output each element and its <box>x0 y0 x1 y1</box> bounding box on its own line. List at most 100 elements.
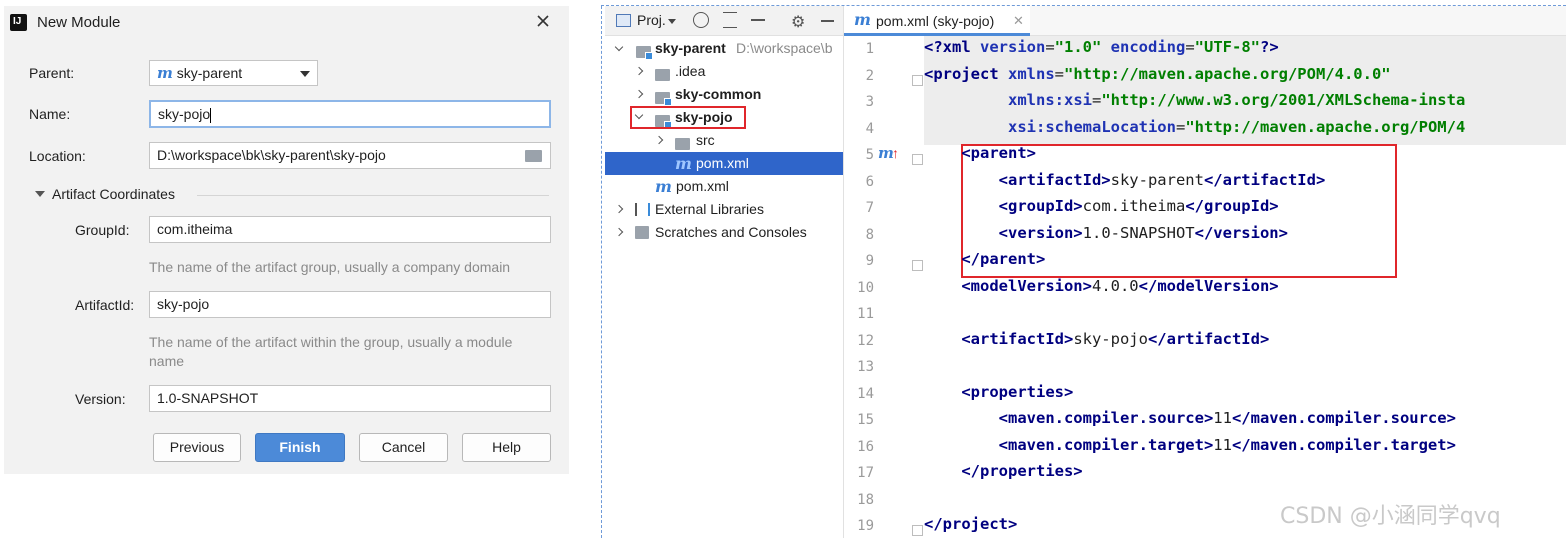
line-number: 16 <box>857 439 874 455</box>
name-input-value: sky-pojo <box>158 106 211 122</box>
help-button[interactable]: Help <box>462 433 551 462</box>
previous-button[interactable]: Previous <box>153 433 241 462</box>
code-line-16: <maven.compiler.target>11</maven.compile… <box>998 436 1456 454</box>
groupid-input[interactable]: com.itheima <box>149 216 551 243</box>
line-number: 8 <box>865 227 874 243</box>
tree-label: External Libraries <box>655 201 764 217</box>
line-number: 19 <box>857 518 874 534</box>
minimize-icon[interactable] <box>821 20 834 22</box>
cancel-button[interactable]: Cancel <box>359 433 448 462</box>
version-input-value: 1.0-SNAPSHOT <box>157 390 259 406</box>
folder-browse-icon[interactable] <box>525 150 542 162</box>
artifactid-input[interactable]: sky-pojo <box>149 291 551 318</box>
fold-icon[interactable] <box>912 260 923 271</box>
code-lines: <?xml version="1.0" encoding="UTF-8"?> <… <box>924 36 1566 538</box>
fold-icon[interactable] <box>912 154 923 165</box>
location-input-value: D:\workspace\bk\sky-parent\sky-pojo <box>157 147 386 163</box>
parent-dropdown-value: sky-parent <box>176 65 243 81</box>
tree-row-external-libraries[interactable]: External Libraries <box>605 198 843 221</box>
artifactid-input-value: sky-pojo <box>157 296 210 312</box>
line-number: 13 <box>857 359 874 375</box>
tree-row-scratches[interactable]: Scratches and Consoles <box>605 221 843 244</box>
fold-icon[interactable] <box>912 75 923 86</box>
code-line-10: <modelVersion>4.0.0</modelVersion> <box>961 277 1279 295</box>
dialog-title: New Module <box>37 14 121 31</box>
artifact-coordinates-section[interactable]: Artifact Coordinates <box>32 186 550 206</box>
library-icon <box>635 203 650 216</box>
scrollbar-right[interactable] <box>1558 36 1564 276</box>
line-number: 6 <box>865 174 874 190</box>
line-number: 10 <box>857 280 874 296</box>
line-number: 15 <box>857 412 874 428</box>
previous-button-label: Previous <box>169 439 225 455</box>
line-number: 9 <box>865 253 874 269</box>
tab-pom-xml[interactable]: m pom.xml (sky-pojo) ✕ <box>844 6 1030 36</box>
line-number: 17 <box>857 465 874 481</box>
version-input[interactable]: 1.0-SNAPSHOT <box>149 385 551 412</box>
editor-tabbar: m pom.xml (sky-pojo) ✕ <box>844 6 1566 36</box>
artifactid-hint: The name of the artifact within the grou… <box>149 334 513 369</box>
chevron-down-icon[interactable] <box>668 19 676 24</box>
location-label: Location: <box>29 148 86 164</box>
project-view-icon[interactable] <box>616 14 631 27</box>
code-line-3: xmlns:xsi="http://www.w3.org/2001/XMLSch… <box>1008 91 1466 109</box>
parent-dropdown[interactable]: m sky-parent <box>149 60 318 86</box>
version-label: Version: <box>75 391 126 407</box>
maven-icon: m <box>854 10 871 29</box>
expand-all-icon[interactable] <box>723 12 737 28</box>
arrow-up-icon: ↑ <box>892 145 899 161</box>
collapse-triangle-icon <box>35 191 45 197</box>
groupid-label: GroupId: <box>75 222 130 238</box>
code-line-17: </properties> <box>961 462 1083 480</box>
line-number: 4 <box>865 121 874 137</box>
screenshot: { "dialog":{ "title":"New Module", "pare… <box>0 0 1566 538</box>
tree-row-src[interactable]: src <box>605 129 843 152</box>
gear-icon[interactable]: ⚙ <box>791 12 805 31</box>
line-number: 2 <box>865 68 874 84</box>
project-view-title[interactable]: Proj. <box>637 12 666 28</box>
folder-icon <box>655 69 670 81</box>
locate-icon[interactable] <box>693 12 709 28</box>
code-line-1: <?xml version="1.0" encoding="UTF-8"?> <box>924 38 1279 56</box>
divider <box>197 195 549 196</box>
finish-button[interactable]: Finish <box>255 433 345 462</box>
close-icon[interactable]: ✕ <box>1013 13 1024 29</box>
chevron-down-icon <box>300 71 310 77</box>
tree-row-pom[interactable]: m pom.xml <box>605 175 843 198</box>
tree-row-idea[interactable]: .idea <box>605 60 843 83</box>
chevron-right-icon <box>634 66 644 76</box>
finish-button-label: Finish <box>279 439 321 455</box>
code-line-6: <artifactId>sky-parent</artifactId> <box>998 171 1326 189</box>
watermark: CSDN @小涵同学qvq <box>1280 504 1501 529</box>
line-number: 5 <box>865 147 874 163</box>
location-input[interactable]: D:\workspace\bk\sky-parent\sky-pojo <box>149 142 551 169</box>
tree-row-sky-common[interactable]: sky-common <box>605 83 843 106</box>
tree-row-sky-parent[interactable]: sky-parent D:\workspace\b <box>605 37 843 60</box>
chevron-right-icon <box>634 89 644 99</box>
name-label: Name: <box>29 106 71 122</box>
line-number: 12 <box>857 333 874 349</box>
collapse-all-icon[interactable] <box>751 19 765 21</box>
close-icon[interactable] <box>534 12 552 30</box>
tab-label: pom.xml (sky-pojo) <box>876 13 995 29</box>
module-folder-icon <box>655 92 672 106</box>
code-line-4: xsi:schemaLocation="http://maven.apache.… <box>1008 118 1466 136</box>
artifact-coordinates-heading: Artifact Coordinates <box>52 186 175 202</box>
code-line-14: <properties> <box>961 383 1074 401</box>
code-line-15: <maven.compiler.source>11</maven.compile… <box>998 409 1456 427</box>
project-toolbar: Proj. ⚙ <box>605 6 843 36</box>
new-module-dialog: IJ New Module Parent: m sky-parent Name:… <box>4 6 569 474</box>
project-panel: Proj. ⚙ sky-parent D:\workspace\b .idea … <box>605 6 843 538</box>
line-number: 7 <box>865 200 874 216</box>
fold-icon[interactable] <box>912 525 923 536</box>
tree-row-pom-selected[interactable]: m pom.xml <box>605 152 843 175</box>
tree-label: sky-common <box>675 86 762 102</box>
line-number: 11 <box>857 306 874 322</box>
help-button-label: Help <box>492 439 521 455</box>
artifactid-label: ArtifactId: <box>75 297 135 313</box>
tree-label: Scratches and Consoles <box>655 224 807 240</box>
name-input[interactable]: sky-pojo <box>149 100 551 128</box>
module-folder-icon <box>636 46 653 60</box>
groupid-hint: The name of the artifact group, usually … <box>149 259 511 275</box>
tree-label: pom.xml <box>696 155 749 171</box>
